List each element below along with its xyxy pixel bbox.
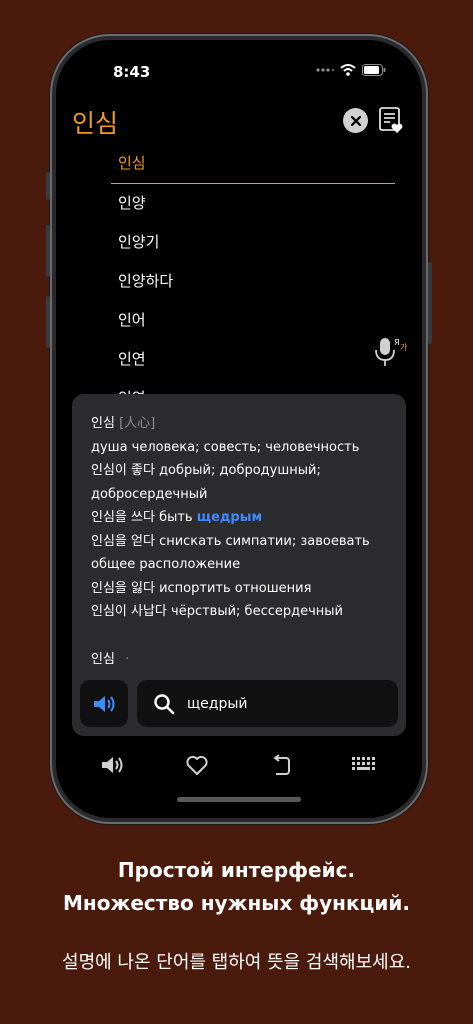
phone-side-button [46,172,50,200]
definition-line-text: 인심을 쓰다 быть [91,510,197,525]
keyboard-button[interactable] [344,745,384,785]
svg-text:가: 가 [400,343,408,352]
search-word-title: 인심 [72,109,119,138]
suggestion-list: 인심 인양 인양기 인양하다 인어 인연 인연 [111,144,395,418]
heart-icon [186,755,208,775]
definition-line: 인심이 좋다 добрый; добродушный; [91,463,321,478]
cellular-icon [316,68,334,72]
definition-popup: 인심 [人心] душа человека; совесть; человечн… [72,394,406,736]
list-item[interactable]: 인어 [111,301,395,340]
speaker-icon [94,695,115,712]
wifi-icon [340,64,356,76]
phone-power-button [428,262,432,344]
home-indicator[interactable] [177,797,301,802]
speaker-icon [102,757,123,773]
app-screen: 8:43 인심 인심 인양 인양기 인양하다 인어 인연 인연 Я 가 [56,40,422,818]
definition-line: добросердечный [91,486,208,502]
promo-subtitle: 설명에 나온 단어를 탭하여 뜻을 검색해보세요. [62,952,411,973]
entry-hanja: [人心] [119,416,156,431]
definition-line: 인심을 얻다 снискать симпатии; завоевать [91,533,370,549]
search-icon [154,693,175,714]
definition-line: 인심이 사납다 чёрствый; бессердечный [91,604,344,619]
list-item[interactable]: 인양하다 [111,262,395,301]
definition-line: 인심을 잃다 испортить отношения [91,580,312,596]
clear-button[interactable] [343,108,368,133]
search-word-button[interactable]: щедрый [137,680,398,727]
voice-input-button[interactable]: Я 가 [374,336,408,368]
svg-text:Я: Я [394,338,400,347]
status-icons [316,64,386,76]
undo-icon [273,754,290,775]
bottom-toolbar [56,745,422,785]
back-button[interactable] [261,745,301,785]
keyboard-icon [352,757,375,770]
favorites-notes-button[interactable] [378,106,404,134]
status-time: 8:43 [113,63,151,81]
phone-volume-up [46,225,50,277]
clear-icon [350,115,361,126]
microphone-translate-icon: Я 가 [375,338,408,366]
word-link[interactable]: щедрым [197,510,262,525]
list-item[interactable]: 인연 [111,340,395,379]
definition-line: душа человека; совесть; человечность [91,439,360,455]
definition-text: 인심 [人心] душа человека; совесть; человечн… [91,412,392,671]
pronounce-button[interactable] [80,680,128,727]
entry-header: 인심 [人心] [91,412,392,436]
list-item[interactable]: 인양 [111,184,395,223]
entry-headword[interactable]: 인심 [91,652,115,667]
entry-headword[interactable]: 인심 [91,416,115,431]
phone-volume-down [46,296,50,348]
search-query: щедрый [187,695,248,712]
speak-button[interactable] [93,745,133,785]
battery-icon [362,64,386,76]
definition-line: общее расположение [91,557,241,572]
entry-dot: · [125,651,130,667]
promo-headline-1: Простой интерфейс. [117,858,356,882]
promo-headline-2: Множество нужных функций. [63,891,410,915]
note-heart-icon [379,107,403,133]
list-item[interactable]: 인심 [111,144,395,184]
definition-line: 인심을 쓰다 быть щедрым [91,506,392,530]
favorite-button[interactable] [177,745,217,785]
entry-header: 인심 · [91,648,392,672]
list-item[interactable]: 인양기 [111,223,395,262]
